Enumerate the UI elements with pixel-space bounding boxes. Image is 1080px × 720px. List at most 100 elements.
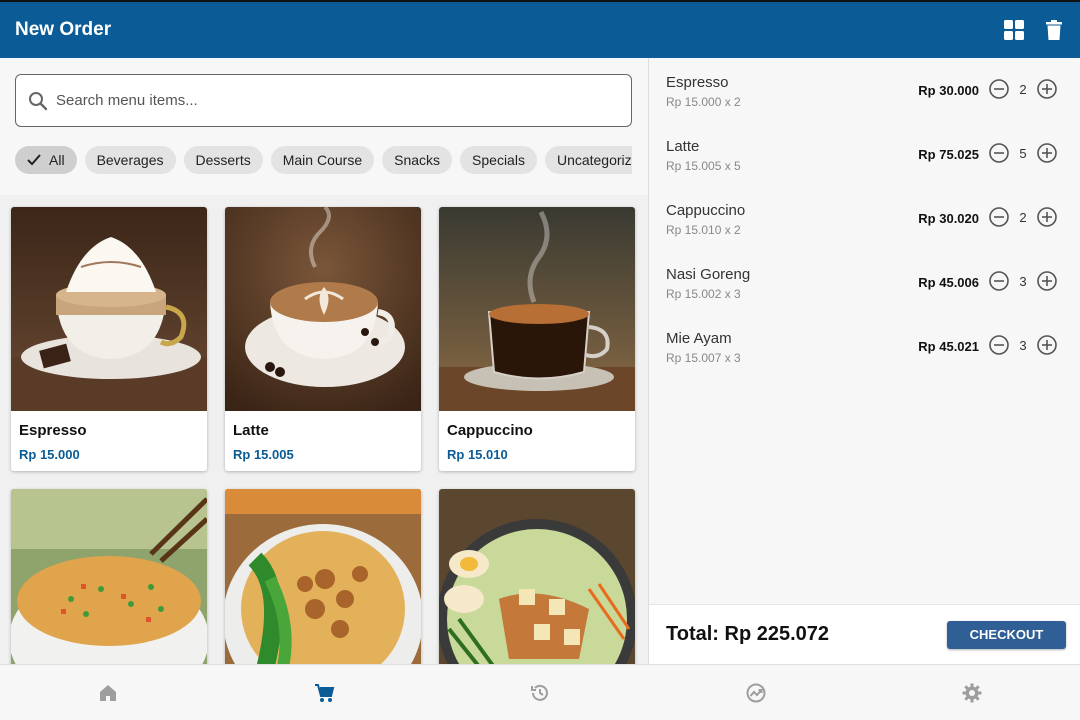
app-bar-actions [1003,19,1065,41]
search-input[interactable] [56,92,619,109]
menu-filter-area: All Beverages Desserts Main Course Snack… [0,58,648,195]
history-icon [529,682,551,704]
minus-circle-icon[interactable] [988,142,1010,164]
chip-specials[interactable]: Specials [460,146,537,174]
plus-circle-icon[interactable] [1036,78,1058,100]
menu-card[interactable] [439,489,635,664]
chip-beverages[interactable]: Beverages [84,146,176,174]
order-item-name: Cappuccino [666,202,746,219]
menu-item-name: Latte [233,422,269,439]
bottom-navigation [0,664,1080,720]
menu-pane: All Beverages Desserts Main Course Snack… [0,58,648,664]
chip-label: Snacks [394,152,441,168]
quantity-value: 2 [1019,209,1027,225]
nav-home[interactable] [0,665,216,720]
gado-gado-plate-image [439,489,635,664]
analytics-icon [745,682,767,704]
plus-circle-icon[interactable] [1036,206,1058,228]
plus-circle-icon[interactable] [1036,142,1058,164]
quantity-stepper: 5 [988,142,1058,164]
order-item-total: Rp 45.021 [918,339,979,354]
quantity-stepper: 3 [988,334,1058,356]
order-item-total: Rp 30.000 [918,83,979,98]
noodle-bowl-image [225,489,421,664]
order-item-detail: Rp 15.000 x 2 [666,95,741,109]
minus-circle-icon[interactable] [988,334,1010,356]
latte-art-cup-image [225,207,421,411]
order-item: Cappuccino Rp 15.010 x 2 Rp 30.020 2 [666,186,1066,237]
quantity-stepper: 3 [988,270,1058,292]
chip-label: Uncategorized [556,152,632,168]
order-item-name: Nasi Goreng [666,266,751,283]
quantity-value: 3 [1019,273,1027,289]
check-icon [27,154,41,166]
chip-label: All [49,152,65,168]
order-item: Mie Ayam Rp 15.007 x 3 Rp 45.021 3 [666,314,1066,365]
black-coffee-glass-cup-image [439,207,635,411]
order-footer: Total: Rp 225.072 CHECKOUT [649,604,1080,664]
chip-all[interactable]: All [15,146,77,174]
minus-circle-icon[interactable] [988,206,1010,228]
search-box[interactable] [15,74,632,127]
order-item-name: Mie Ayam [666,330,732,347]
quantity-stepper: 2 [988,78,1058,100]
menu-item-price: Rp 15.005 [233,447,294,462]
menu-item-name: Espresso [19,422,87,439]
quantity-value: 2 [1019,81,1027,97]
menu-item-name: Cappuccino [447,422,533,439]
home-icon [97,682,119,704]
menu-card-cappuccino[interactable]: Cappuccino Rp 15.010 [439,207,635,471]
chip-main-course[interactable]: Main Course [270,146,375,174]
chip-snacks[interactable]: Snacks [382,146,453,174]
order-total: Total: Rp 225.072 [666,623,830,645]
settings-icon [961,682,983,704]
plus-circle-icon[interactable] [1036,270,1058,292]
minus-circle-icon[interactable] [988,78,1010,100]
menu-grid: Espresso Rp 15.000 Latte Rp 15.005 Cappu… [11,207,635,664]
quantity-value: 5 [1019,145,1027,161]
order-item: Nasi Goreng Rp 15.002 x 3 Rp 45.006 3 [666,250,1066,301]
plus-circle-icon[interactable] [1036,334,1058,356]
trash-icon[interactable] [1043,19,1065,41]
chip-uncategorized[interactable]: Uncategorized [544,146,632,174]
order-item-name: Espresso [666,74,729,91]
cart-icon [313,682,335,704]
order-item-total: Rp 30.020 [918,211,979,226]
whipped-coffee-cup-image [11,207,207,411]
order-item-detail: Rp 15.007 x 3 [666,351,741,365]
menu-item-price: Rp 15.000 [19,447,80,462]
order-item: Espresso Rp 15.000 x 2 Rp 30.000 2 [666,58,1066,109]
order-item-total: Rp 75.025 [918,147,979,162]
minus-circle-icon[interactable] [988,270,1010,292]
menu-card[interactable] [225,489,421,664]
grid-view-icon[interactable] [1003,19,1025,41]
order-item-total: Rp 45.006 [918,275,979,290]
chip-label: Beverages [96,152,164,168]
menu-item-price: Rp 15.010 [447,447,508,462]
nav-analytics[interactable] [648,665,864,720]
chip-label: Desserts [195,152,251,168]
order-item-detail: Rp 15.010 x 2 [666,223,741,237]
nav-settings[interactable] [864,665,1080,720]
menu-card-latte[interactable]: Latte Rp 15.005 [225,207,421,471]
order-item-name: Latte [666,138,700,155]
nav-history[interactable] [432,665,648,720]
chip-label: Main Course [282,152,363,168]
page-title: New Order [15,19,112,40]
order-item: Latte Rp 15.005 x 5 Rp 75.025 5 [666,122,1066,173]
quantity-stepper: 2 [988,206,1058,228]
chip-desserts[interactable]: Desserts [183,146,263,174]
order-pane: Espresso Rp 15.000 x 2 Rp 30.000 2 Latte… [648,58,1080,664]
category-chips: All Beverages Desserts Main Course Snack… [15,146,632,174]
fried-rice-bowl-image [11,489,207,664]
checkout-button[interactable]: CHECKOUT [947,620,1066,649]
order-item-detail: Rp 15.005 x 5 [666,159,741,173]
quantity-value: 3 [1019,337,1027,353]
order-item-detail: Rp 15.002 x 3 [666,287,741,301]
nav-cart[interactable] [216,665,432,720]
search-icon [28,91,48,111]
menu-card[interactable] [11,489,207,664]
menu-card-espresso[interactable]: Espresso Rp 15.000 [11,207,207,471]
chip-label: Specials [472,152,525,168]
app-bar: New Order [0,0,1080,58]
